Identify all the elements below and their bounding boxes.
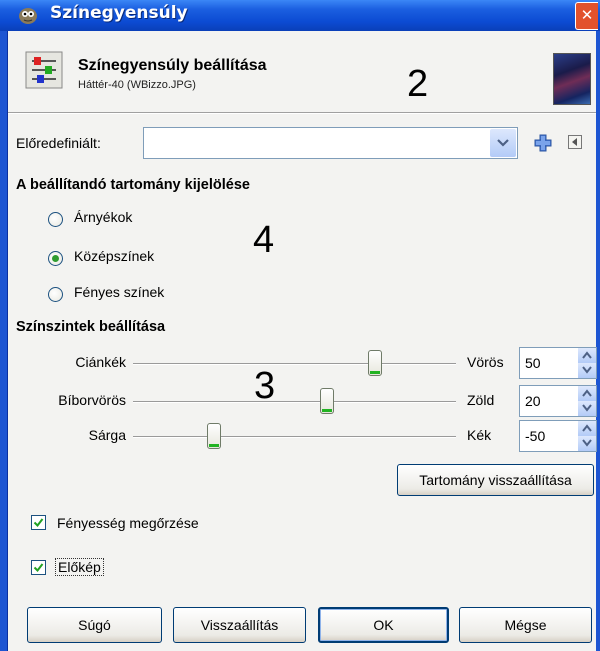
annotation-4: 4 — [253, 219, 275, 261]
reset-button[interactable]: Visszaállítás — [173, 607, 306, 643]
value-spinbox[interactable]: -50 — [519, 420, 597, 452]
spinbox-value[interactable]: 20 — [525, 393, 541, 409]
color-balance-icon — [25, 51, 63, 89]
spin-up-icon[interactable] — [578, 386, 596, 401]
preserve-luminosity-checkbox[interactable] — [31, 515, 46, 530]
spinbox-value[interactable]: -50 — [525, 428, 545, 444]
help-button[interactable]: Súgó — [27, 607, 162, 643]
window-border-left — [0, 31, 8, 651]
levels-section-title: Színszintek beállítása — [16, 319, 166, 335]
header-title: Színegyensúly beállítása — [78, 57, 267, 74]
preview-label[interactable]: Előkép — [55, 558, 104, 576]
cancel-button[interactable]: Mégse — [459, 607, 592, 643]
reset-range-button[interactable]: Tartomány visszaállítása — [397, 464, 594, 496]
preview-checkbox[interactable] — [31, 560, 46, 575]
slider-right-label: Vörös — [467, 354, 504, 370]
slider-left-label: Bíborvörös — [58, 392, 126, 408]
annotation-2: 2 — [407, 63, 429, 105]
slider-track[interactable] — [133, 436, 456, 438]
radio-dot — [52, 255, 59, 262]
add-preset-icon[interactable] — [533, 133, 553, 153]
gimp-app-icon — [19, 8, 37, 24]
spin-arrows[interactable] — [578, 348, 596, 378]
spin-arrows[interactable] — [578, 386, 596, 416]
preserve-luminosity-label[interactable]: Fényesség megőrzése — [57, 515, 199, 531]
annotation-3: 3 — [254, 365, 276, 407]
value-spinbox[interactable]: 20 — [519, 385, 597, 417]
chevron-down-icon[interactable] — [490, 129, 516, 157]
spinbox-value[interactable]: 50 — [525, 355, 541, 371]
title-bar[interactable]: Színegyensúly ✕ — [0, 0, 600, 31]
radio-button[interactable] — [48, 251, 63, 266]
value-spinbox[interactable]: 50 — [519, 347, 597, 379]
spin-down-icon[interactable] — [578, 401, 596, 416]
spin-arrows[interactable] — [578, 421, 596, 451]
slider-track[interactable] — [133, 363, 456, 365]
slider-track[interactable] — [133, 401, 456, 403]
close-button[interactable]: ✕ — [575, 2, 598, 30]
preset-combo[interactable] — [143, 127, 518, 159]
slider-handle[interactable] — [319, 388, 334, 414]
window-border-right — [596, 31, 600, 651]
spin-down-icon[interactable] — [578, 363, 596, 378]
ok-button[interactable]: OK — [318, 607, 449, 643]
slider-right-label: Zöld — [467, 392, 495, 408]
spin-up-icon[interactable] — [578, 348, 596, 363]
spin-down-icon[interactable] — [578, 436, 596, 451]
preset-menu-icon[interactable] — [568, 135, 582, 149]
header-separator — [8, 112, 596, 114]
spin-up-icon[interactable] — [578, 421, 596, 436]
radio-label[interactable]: Árnyékok — [74, 209, 132, 225]
image-thumbnail — [553, 53, 591, 105]
slider-right-label: Kék — [467, 427, 492, 443]
window-title: Színegyensúly — [50, 3, 188, 23]
preset-label: Előredefiniált: — [16, 135, 101, 151]
radio-button[interactable] — [48, 212, 63, 227]
radio-button[interactable] — [48, 287, 63, 302]
range-section-title: A beállítandó tartomány kijelölése — [16, 177, 250, 193]
radio-label[interactable]: Fényes színek — [74, 284, 164, 300]
slider-handle[interactable] — [206, 423, 221, 449]
dialog-header: Színegyensúly beállítása Háttér-40 (WBiz… — [8, 31, 596, 108]
slider-left-label: Ciánkék — [75, 354, 126, 370]
slider-handle[interactable] — [368, 350, 383, 376]
header-subtitle: Háttér-40 (WBizzo.JPG) — [78, 79, 196, 91]
radio-label[interactable]: Középszínek — [74, 248, 154, 264]
slider-left-label: Sárga — [88, 427, 126, 443]
